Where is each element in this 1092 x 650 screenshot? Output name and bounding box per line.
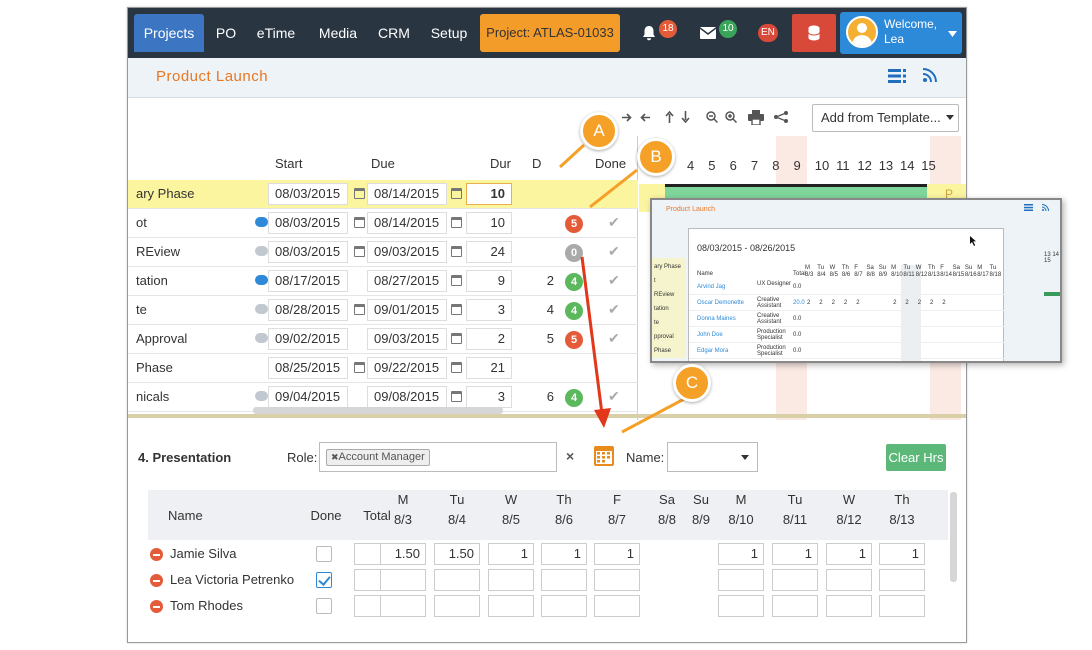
callout-arrows bbox=[558, 143, 687, 434]
red-arrow-shaft bbox=[580, 256, 604, 415]
callout-a: A bbox=[580, 112, 618, 150]
red-arrow-head bbox=[594, 408, 611, 428]
arrow-c bbox=[621, 396, 687, 434]
arrow-b bbox=[589, 168, 638, 209]
arrow-a bbox=[558, 143, 586, 169]
callout-b: B bbox=[637, 138, 675, 176]
callout-c: C bbox=[673, 364, 711, 402]
